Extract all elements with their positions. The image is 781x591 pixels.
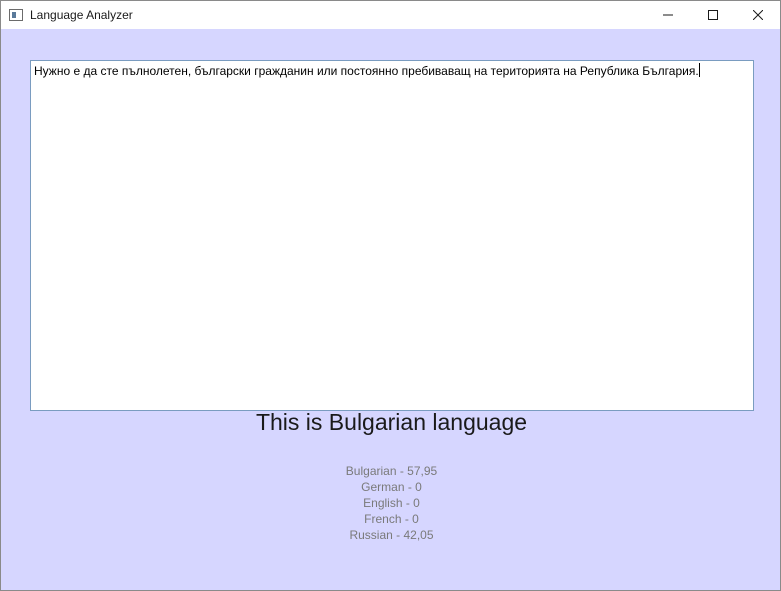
- app-window: Language Analyzer Нужно е да сте пълноле…: [0, 0, 781, 591]
- score-french: French - 0: [364, 512, 419, 526]
- score-german: German - 0: [361, 480, 422, 494]
- maximize-icon: [707, 10, 718, 20]
- minimize-button[interactable]: [645, 1, 690, 29]
- text-caret: [698, 63, 700, 77]
- maximize-button[interactable]: [690, 1, 735, 29]
- score-english: English - 0: [363, 496, 420, 510]
- caption-buttons: [645, 1, 780, 29]
- app-window-icon: [9, 9, 23, 21]
- score-bulgarian: Bulgarian - 57,95: [345, 464, 438, 478]
- close-icon: [752, 10, 763, 20]
- title-bar[interactable]: Language Analyzer: [1, 1, 780, 29]
- language-scores-list: Bulgarian - 57,95 German - 0 English - 0…: [1, 463, 781, 543]
- detected-language-title: This is Bulgarian language: [255, 409, 528, 435]
- score-russian: Russian - 42,05: [349, 528, 434, 542]
- input-text: Нужно е да сте пълнолетен, български гра…: [34, 64, 699, 78]
- close-button[interactable]: [735, 1, 780, 29]
- window-title: Language Analyzer: [30, 8, 133, 22]
- text-input-area[interactable]: Нужно е да сте пълнолетен, български гра…: [30, 60, 754, 411]
- minimize-icon: [662, 14, 673, 16]
